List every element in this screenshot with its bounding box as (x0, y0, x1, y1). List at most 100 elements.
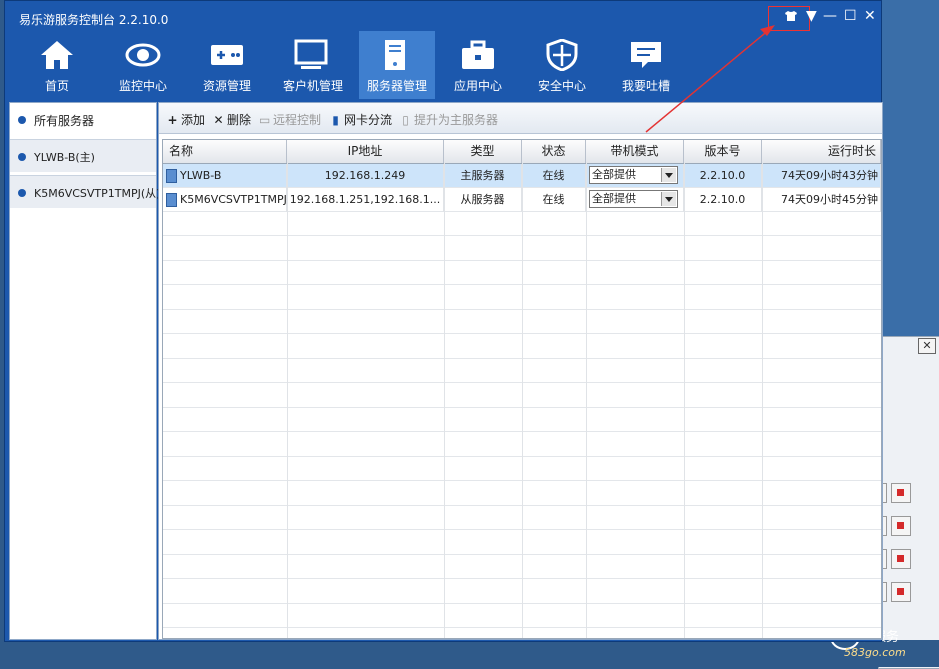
background-dialog-stop-button[interactable] (891, 549, 911, 569)
minimize-icon[interactable]: — (823, 9, 837, 23)
watermark-url: 583go.com (844, 646, 906, 659)
background-dialog-close-button[interactable]: ✕ (918, 338, 936, 354)
tree-item-slave-server[interactable]: K5M6VCSVTP1TMPJ(从) (10, 175, 160, 208)
background-dialog-stop-button[interactable] (891, 483, 911, 503)
nic-split-label: 网卡分流 (344, 113, 393, 127)
nav-label: 客户机管理 (282, 79, 343, 93)
nav-item-server-management[interactable]: 服务器管理 (359, 31, 435, 99)
add-button[interactable]: + 添加 (167, 111, 205, 128)
cell-version: 2.2.10.0 (684, 164, 762, 188)
column-divider (586, 163, 587, 638)
maximize-icon[interactable]: ☐ (844, 9, 857, 23)
table-header: 名称 IP地址 类型 状态 带机模式 版本号 运行时长 (163, 140, 881, 164)
title-bar[interactable]: 易乐游服务控制台 2.2.10.0 ▼ — ☐ ✕ (5, 1, 881, 31)
chevron-down-icon[interactable] (661, 192, 676, 206)
toolbox-icon (462, 40, 494, 69)
app-window: 易乐游服务控制台 2.2.10.0 ▼ — ☐ ✕ 首页 监控中心 资源管理 客… (4, 0, 883, 642)
add-label: 添加 (181, 113, 206, 127)
nav-item-monitor-center[interactable]: 监控中心 (107, 31, 179, 99)
promote-icon: ▯ (402, 113, 409, 127)
cell-uptime: 74天09小时45分钟 (762, 188, 881, 212)
promote-master-button[interactable]: ▯ 提升为主服务器 (400, 111, 498, 128)
column-divider (684, 163, 685, 638)
col-status[interactable]: 状态 (522, 140, 586, 163)
remote-label: 远程控制 (273, 113, 322, 127)
x-icon: ✕ (213, 113, 224, 127)
nic-split-button[interactable]: ▮ 网卡分流 (330, 111, 392, 128)
nav-item-app-center[interactable]: 应用中心 (442, 31, 514, 99)
nic-icon: ▮ (332, 113, 339, 127)
nav-label: 应用中心 (453, 79, 502, 93)
cell-name: K5M6VCSVTP1TMPJ (163, 188, 287, 212)
nav-label: 监控中心 (118, 79, 167, 93)
col-mode[interactable]: 带机模式 (586, 140, 684, 163)
col-uptime[interactable]: 运行时长 (762, 140, 881, 163)
column-divider (444, 163, 445, 638)
main-nav: 首页 监控中心 资源管理 客户机管理 服务器管理 应用中心 安全中心 我要吐槽 (5, 31, 881, 99)
nav-label: 服务器管理 (366, 79, 427, 93)
tree-item-all-servers[interactable]: 所有服务器 (10, 103, 156, 136)
cell-ip: 192.168.1.249 (287, 164, 444, 188)
delete-label: 删除 (227, 113, 252, 127)
cell-mode: 全部提供 (586, 164, 684, 188)
cell-status: 在线 (522, 164, 586, 188)
shield-icon (546, 39, 578, 71)
col-type[interactable]: 类型 (444, 140, 522, 163)
cell-name: YLWB-B (163, 164, 287, 188)
col-ip[interactable]: IP地址 (287, 140, 444, 163)
tree-dot-icon (18, 189, 26, 197)
col-version[interactable]: 版本号 (684, 140, 762, 163)
cell-type: 主服务器 (444, 164, 522, 188)
cell-type: 从服务器 (444, 188, 522, 212)
cell-version: 2.2.10.0 (684, 188, 762, 212)
column-divider (762, 163, 763, 638)
toolbar: + 添加 ✕ 删除 ▭ 远程控制 ▮ 网卡分流 ▯ 提升为主服务器 (159, 103, 882, 134)
tree-item-label: 所有服务器 (34, 114, 95, 128)
server-icon (166, 169, 177, 183)
server-icon (385, 40, 405, 70)
server-icon (166, 193, 177, 207)
cell-uptime: 74天09小时43分钟 (762, 164, 881, 188)
nav-label: 我要吐槽 (621, 79, 670, 93)
monitor-icon (294, 39, 328, 69)
column-divider (522, 163, 523, 638)
remote-control-button[interactable]: ▭ 远程控制 (259, 111, 321, 128)
mode-select[interactable]: 全部提供 (589, 166, 678, 184)
cell-mode: 全部提供 (586, 188, 684, 212)
server-name: YLWB-B (180, 169, 222, 182)
mode-select-value: 全部提供 (592, 192, 636, 205)
tree-item-label: YLWB-B(主) (34, 151, 95, 164)
mode-select-value: 全部提供 (592, 168, 636, 181)
promote-label: 提升为主服务器 (414, 113, 499, 127)
delete-button[interactable]: ✕ 删除 (213, 111, 251, 128)
server-list-pane: + 添加 ✕ 删除 ▭ 远程控制 ▮ 网卡分流 ▯ 提升为主服务器 名称 IP地址 类型 … (158, 102, 883, 640)
nav-item-security-center[interactable]: 安全中心 (526, 31, 598, 99)
background-dialog-stop-button[interactable] (891, 582, 911, 602)
nav-item-home[interactable]: 首页 (21, 31, 93, 99)
chevron-down-icon[interactable] (661, 168, 676, 182)
remote-icon: ▭ (259, 113, 271, 127)
eye-icon (125, 43, 161, 67)
mode-select[interactable]: 全部提供 (589, 190, 678, 208)
nav-item-feedback[interactable]: 我要吐槽 (610, 31, 682, 99)
nav-item-client-management[interactable]: 客户机管理 (275, 31, 351, 99)
feedback-icon (631, 42, 661, 68)
tree-item-label: K5M6VCSVTP1TMPJ(从) (34, 187, 161, 200)
nav-item-resource-management[interactable]: 资源管理 (191, 31, 263, 99)
server-tree: 所有服务器 YLWB-B(主) K5M6VCSVTP1TMPJ(从) (9, 102, 160, 640)
tree-item-master-server[interactable]: YLWB-B(主) (10, 139, 156, 172)
cell-ip: 192.168.1.251,192.168.1... (287, 188, 444, 212)
plus-icon: + (167, 113, 178, 127)
background-dialog-stop-button[interactable] (891, 516, 911, 536)
menu-dropdown-icon[interactable]: ▼ (806, 9, 817, 23)
home-icon (41, 41, 73, 69)
col-name[interactable]: 名称 (163, 140, 287, 163)
nav-label: 安全中心 (537, 79, 586, 93)
desktop-bottom (0, 640, 939, 667)
nav-label: 首页 (44, 79, 69, 93)
tree-dot-icon (18, 153, 26, 161)
cell-status: 在线 (522, 188, 586, 212)
server-name: K5M6VCSVTP1TMPJ (180, 193, 287, 206)
server-table: 名称 IP地址 类型 状态 带机模式 版本号 运行时长 YLWB-B 192.1… (162, 139, 882, 639)
close-icon[interactable]: ✕ (864, 9, 876, 23)
